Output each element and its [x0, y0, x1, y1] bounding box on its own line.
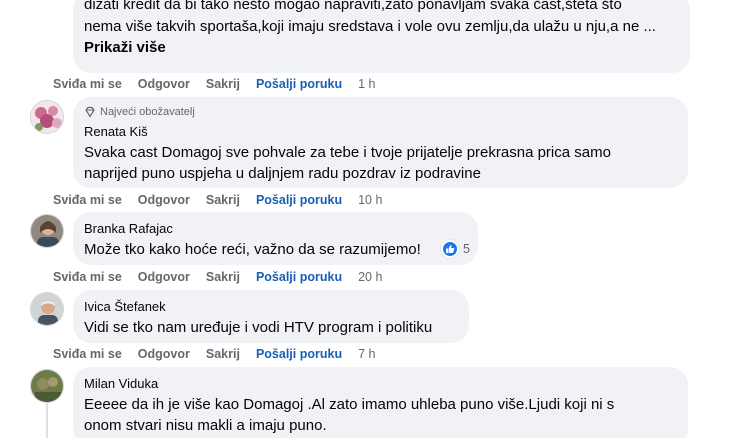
reply-button[interactable]: Odgovor: [138, 269, 190, 285]
comment-author[interactable]: Branka Rafajac: [84, 220, 466, 237]
comment-actions: Sviđa mi se Odgovor Sakrij Pošalji poruk…: [53, 346, 375, 362]
send-message-button[interactable]: Pošalji poruku: [256, 346, 342, 362]
reply-button[interactable]: Odgovor: [138, 76, 190, 92]
comment-text-line: onom stvari nisu makli a imaju puno.: [84, 417, 327, 434]
comment-bubble: Milan Viduka Eeeee da ih je više kao Dom…: [73, 367, 688, 438]
like-button[interactable]: Sviđa mi se: [53, 76, 122, 92]
reaction-count: 5: [463, 242, 470, 256]
comment-bubble: dizati kredit da bi tako nešto mogao nap…: [73, 0, 690, 73]
like-icon: [441, 240, 459, 258]
hide-button[interactable]: Sakrij: [206, 269, 240, 285]
comment-bubble: Branka Rafajac Može tko kako hoće reći, …: [73, 212, 478, 265]
comment-timestamp[interactable]: 1 h: [358, 76, 375, 92]
comment-text-line: Može tko kako hoće reći, važno da se raz…: [84, 241, 421, 258]
like-button[interactable]: Sviđa mi se: [53, 269, 122, 285]
comment-author[interactable]: Milan Viduka: [84, 375, 676, 392]
reply-button[interactable]: Odgovor: [138, 192, 190, 208]
comment-timestamp[interactable]: 20 h: [358, 269, 382, 285]
comment-text-line: dizati kredit da bi tako nešto mogao nap…: [84, 0, 622, 13]
like-button[interactable]: Sviđa mi se: [53, 192, 122, 208]
comment-text-line: Vidi se tko nam uređuje i vodi HTV progr…: [84, 319, 433, 336]
avatar[interactable]: [30, 100, 64, 134]
comment-text-line: Eeeee da ih je više kao Domagoj .Al zato…: [84, 396, 615, 413]
comment-author[interactable]: Renata Kiš: [84, 123, 676, 140]
comment-text-line: naprijed puno uspjeha u daljnjem radu po…: [84, 165, 481, 182]
avatar[interactable]: [30, 369, 64, 403]
like-button[interactable]: Sviđa mi se: [53, 346, 122, 362]
send-message-button[interactable]: Pošalji poruku: [256, 192, 342, 208]
comment-actions: Sviđa mi se Odgovor Sakrij Pošalji poruk…: [53, 76, 375, 92]
comment-timestamp[interactable]: 10 h: [358, 192, 382, 208]
comment-actions: Sviđa mi se Odgovor Sakrij Pošalji poruk…: [53, 269, 382, 285]
comment-text-line: Svaka cast Domagoj sve pohvale za tebe i…: [84, 144, 611, 161]
hide-button[interactable]: Sakrij: [206, 346, 240, 362]
comment-bubble: Ivica Štefanek Vidi se tko nam uređuje i…: [73, 290, 469, 343]
diamond-icon: [85, 106, 95, 118]
reaction-summary[interactable]: 5: [441, 240, 470, 258]
hide-button[interactable]: Sakrij: [206, 76, 240, 92]
comment-actions: Sviđa mi se Odgovor Sakrij Pošalji poruk…: [53, 192, 382, 208]
badge-label: Najveći obožavatelj: [100, 106, 195, 118]
send-message-button[interactable]: Pošalji poruku: [256, 76, 342, 92]
avatar[interactable]: [30, 214, 64, 248]
comment-text-line: nema više takvih sportaša,koji imaju sre…: [84, 18, 656, 35]
comment-bubble: Najveći obožavatelj Renata Kiš Svaka cas…: [73, 97, 688, 188]
comment-timestamp[interactable]: 7 h: [358, 346, 375, 362]
avatar[interactable]: [30, 292, 64, 326]
see-more-link[interactable]: Prikaži više: [84, 37, 166, 58]
top-fan-badge: Najveći obožavatelj: [84, 105, 676, 119]
comment-author[interactable]: Ivica Štefanek: [84, 298, 457, 315]
reply-button[interactable]: Odgovor: [138, 346, 190, 362]
send-message-button[interactable]: Pošalji poruku: [256, 269, 342, 285]
hide-button[interactable]: Sakrij: [206, 192, 240, 208]
